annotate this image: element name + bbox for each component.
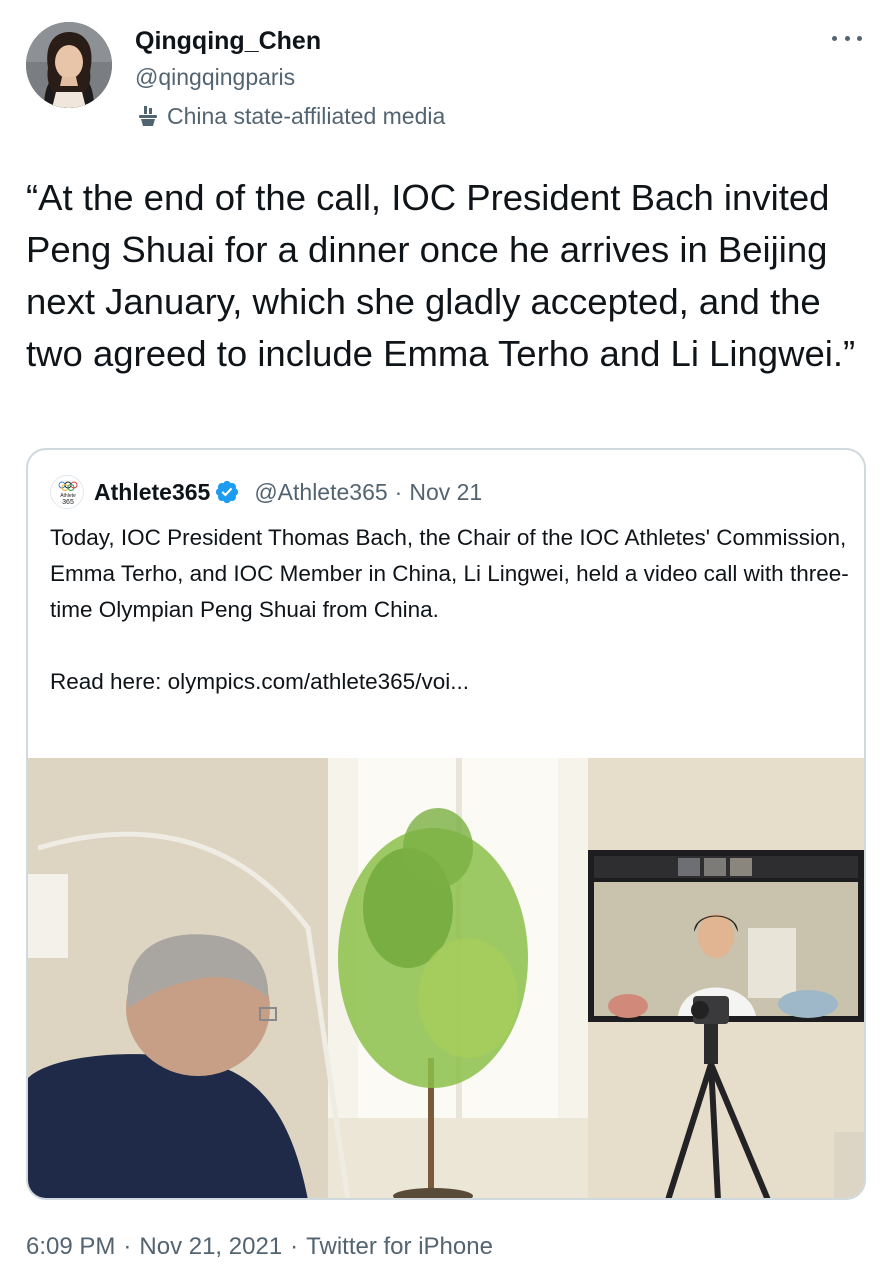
quoted-tweet-header: Athlete 365 Athlete365 @Athlete365 · Nov… — [50, 472, 482, 512]
more-dot — [857, 35, 862, 41]
state-media-label-text: China state-affiliated media — [167, 103, 446, 129]
author-display-name[interactable]: Qingqing_Chen — [135, 24, 445, 58]
quoted-separator: · — [394, 478, 403, 505]
metadata-separator: · — [290, 1233, 299, 1260]
avatar-photo — [26, 22, 112, 108]
tweet-text: “At the end of the call, IOC President B… — [26, 177, 856, 374]
more-dot — [832, 35, 837, 41]
olympic-rings-logo: Athlete 365 — [58, 481, 78, 506]
quoted-media-image[interactable] — [28, 758, 864, 1198]
quoted-paragraph: Today, IOC President Thomas Bach, the Ch… — [50, 525, 849, 622]
metadata-separator: · — [123, 1233, 132, 1260]
quoted-avatar-text-bottom: 365 — [62, 499, 74, 506]
tweet-time[interactable]: 6:09 PM — [26, 1230, 115, 1264]
video-call-photo — [28, 758, 864, 1198]
quoted-date[interactable]: Nov 21 — [409, 479, 482, 506]
state-media-label[interactable]: China state-affiliated media — [135, 100, 445, 132]
quoted-handle[interactable]: @Athlete365 — [254, 479, 387, 506]
author-avatar[interactable] — [26, 22, 112, 108]
more-dot — [844, 35, 850, 41]
tweet-metadata: 6:09 PM · Nov 21, 2021 · Twitter for iPh… — [26, 1230, 493, 1264]
verified-badge-icon — [216, 480, 239, 504]
quoted-link-paragraph: Read here: olympics.com/athlete365/voi..… — [50, 669, 469, 694]
quoted-avatar[interactable]: Athlete 365 — [50, 475, 84, 509]
quoted-display-name[interactable]: Athlete365 — [94, 479, 210, 506]
quoted-tweet[interactable]: Athlete 365 Athlete365 @Athlete365 · Nov… — [26, 448, 866, 1200]
more-options-icon[interactable] — [832, 28, 862, 48]
author-info: Qingqing_Chen @qingqingparis China state… — [135, 24, 445, 132]
author-handle[interactable]: @qingqingparis — [135, 60, 445, 94]
podium-icon — [139, 106, 157, 126]
tweet-date[interactable]: Nov 21, 2021 — [139, 1230, 282, 1264]
tweet-source[interactable]: Twitter for iPhone — [306, 1230, 493, 1264]
quoted-tweet-body: Today, IOC President Thomas Bach, the Ch… — [50, 520, 850, 700]
